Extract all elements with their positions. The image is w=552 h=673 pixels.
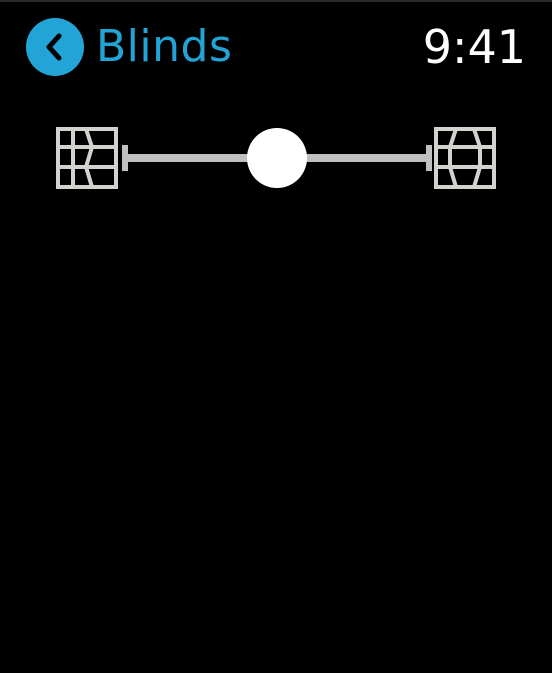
blinds-open-icon[interactable] [434, 127, 496, 189]
slider-thumb[interactable] [247, 128, 307, 188]
nav-header: Blinds 9:41 [0, 0, 552, 96]
blinds-closed-icon[interactable] [56, 127, 118, 189]
chevron-left-icon[interactable] [26, 18, 84, 76]
blinds-slider[interactable] [122, 126, 432, 190]
slider-max-cap [426, 145, 432, 171]
blinds-control [0, 126, 552, 190]
slider-min-cap [122, 145, 128, 171]
back-button[interactable]: Blinds [26, 18, 232, 76]
status-time: 9:41 [422, 20, 526, 74]
page-title[interactable]: Blinds [96, 18, 232, 76]
